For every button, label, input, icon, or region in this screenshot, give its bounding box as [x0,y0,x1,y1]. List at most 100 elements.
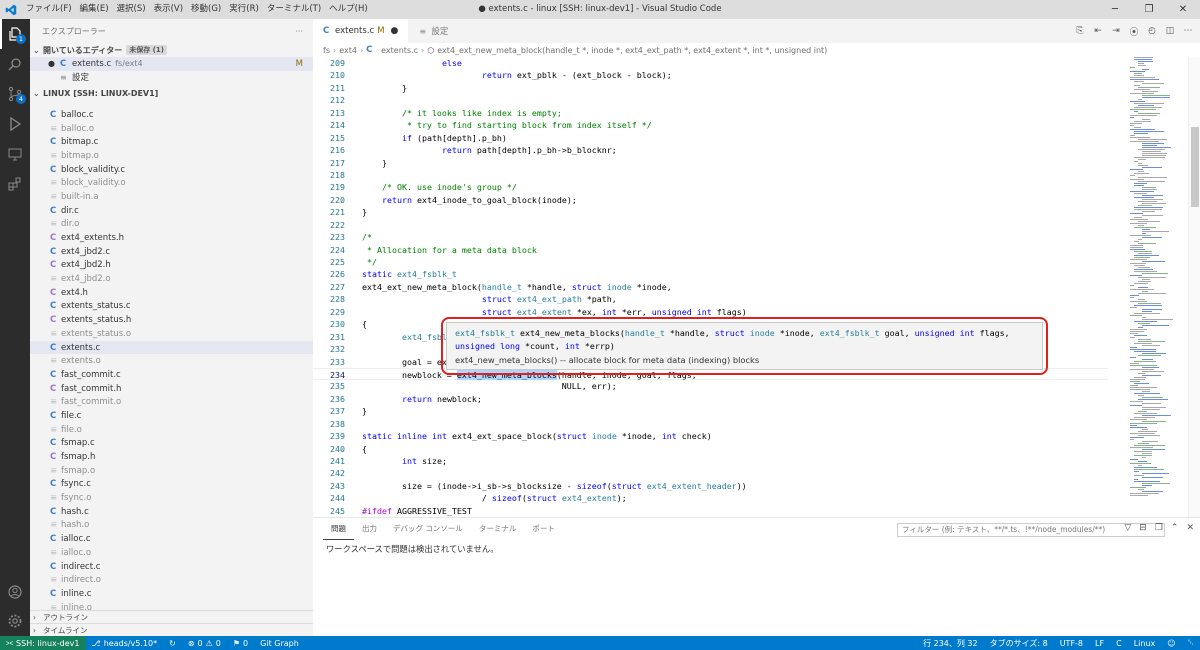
unsaved-dot-icon[interactable]: ● [391,26,399,36]
file-tree-item[interactable]: Cextents.c [30,340,313,355]
panel-tab[interactable]: ポート [524,518,563,540]
menu-item[interactable]: ファイル(F) [22,0,76,19]
file-tree-item[interactable]: Cindirect.c [30,560,313,574]
accounts-icon[interactable] [0,577,30,607]
previous-change-icon[interactable]: ⇤ [1092,25,1104,37]
close-window-button[interactable]: ✕ [1166,0,1200,19]
tab-size[interactable]: タブのサイズ: 8 [984,636,1054,650]
panel-tab[interactable]: ターミナル [471,518,525,540]
file-tree-item[interactable]: ≡ ext4_jbd2.o [30,272,313,286]
collapse-all-icon[interactable]: ⊟ [1139,523,1147,533]
cursor-position[interactable]: 行 234、列 32 [917,636,984,650]
file-tree-item[interactable]: Cfast_commit.c [30,368,313,382]
menu-item[interactable]: 表示(V) [150,0,187,19]
menu-item[interactable]: 移動(G) [187,0,225,19]
file-tree-item[interactable]: Cbitmap.c [30,135,313,149]
menu-item[interactable]: 選択(S) [113,0,150,19]
git-branch[interactable]: ⎇ heads/v5.10* [86,636,164,650]
git-graph-button[interactable]: Git Graph [254,636,305,650]
file-tree-item[interactable]: ≡ built-in.a [30,190,313,204]
file-tree-item[interactable]: Cfsmap.c [30,437,313,451]
close-editor-icon[interactable]: ● [48,59,60,68]
compare-icon[interactable]: ⎘ [1074,25,1086,37]
file-tree-item[interactable]: ≡ ialloc.o [30,546,313,560]
file-tree-item[interactable]: Cext4.h [30,286,313,300]
file-tree-item[interactable]: Cextents_status.c [30,300,313,314]
open-editor-extents[interactable]: ● C extents.c fs/ext4 M [30,57,313,71]
end-of-line[interactable]: LF [1089,636,1110,650]
extensions-icon[interactable] [0,169,30,199]
menu-item[interactable]: 編集(E) [76,0,113,19]
file-tree-item[interactable]: Cext4_jbd2.c [30,245,313,259]
notifications-icon[interactable]: ␇ [1182,636,1200,650]
open-editor-settings[interactable]: ≡ 設定 [30,71,313,85]
timeline-section[interactable]: › タイムライン [30,623,313,636]
feedback-icon[interactable]: ☺ [1161,636,1181,650]
open-editors-header[interactable]: ⌄ 開いているエディター 未保存 (1) [30,43,313,57]
file-tree-item[interactable]: ≡ balloc.o [30,122,313,136]
vertical-scrollbar[interactable] [1188,57,1200,517]
file-tree-item[interactable]: Cfsync.c [30,478,313,492]
panel-tab[interactable]: デバッグ コンソール [385,518,471,540]
tab-extents[interactable]: C extents.c M ● [313,19,410,43]
split-editor-icon[interactable]: ◫ [1164,25,1176,37]
file-tree-item[interactable]: Chash.c [30,505,313,519]
outline-section[interactable]: › アウトライン [30,610,313,623]
os-indicator[interactable]: Linux [1128,636,1162,650]
restore-button[interactable]: ❐ [1132,0,1166,19]
source-control-icon[interactable]: 4 [0,79,30,109]
file-tree-item[interactable]: ≡ block_validity.o [30,176,313,190]
menu-item[interactable]: 実行(R) [225,0,263,19]
explorer-icon[interactable]: 1 [0,19,30,49]
file-tree-item[interactable]: Cdir.c [30,204,313,218]
code-editor[interactable]: 209 else 210 return ext_pblk - (ext_block… [313,57,1108,517]
copy-icon[interactable]: ❐ [1155,523,1163,533]
file-tree-item[interactable]: ≡ bitmap.o [30,149,313,163]
breadcrumb-item[interactable]: ext4_ext_new_meta_block(handle_t *, inod… [437,46,827,55]
maximize-panel-icon[interactable]: ⌃ [1171,523,1179,533]
minimize-button[interactable]: ─ [1098,0,1132,19]
file-tree-item[interactable]: ≡ file.o [30,423,313,437]
breadcrumb-item[interactable]: ext4 [339,46,357,55]
search-icon[interactable] [0,49,30,79]
ports-status[interactable]: ⚑ 0 [227,636,254,650]
problems-status[interactable]: ⊗ 0 ⚠ 0 [182,636,227,650]
file-tree-item[interactable]: ≡ fsync.o [30,491,313,505]
more-actions-icon[interactable]: ⋯ [1182,25,1194,37]
settings-gear-icon[interactable] [0,606,30,636]
file-tree-item[interactable]: Cblock_validity.c [30,163,313,177]
file-tree-item[interactable]: ≡ fsmap.o [30,464,313,478]
file-tree-item[interactable]: Cfast_commit.h [30,382,313,396]
encoding[interactable]: UTF-8 [1054,636,1089,650]
file-tree-item[interactable]: ≡ extents_status.o [30,327,313,341]
file-tree-item[interactable]: Cinline.c [30,587,313,601]
menu-item[interactable]: ヘルプ(H) [325,0,372,19]
workspace-header[interactable]: ⌄ LINUX [SSH: LINUX-DEV1] [30,86,313,100]
tab-settings[interactable]: ≡ 設定 [409,19,460,43]
file-tree-item[interactable]: ≡ hash.o [30,519,313,533]
file-tree-item[interactable]: Cialloc.c [30,532,313,546]
file-tree-item[interactable]: Cext4_extents.h [30,231,313,245]
language-mode[interactable]: C [1110,636,1128,650]
file-tree-item[interactable]: ≡ dir.o [30,218,313,232]
file-tree-item[interactable]: ≡ indirect.o [30,573,313,587]
file-tree-item[interactable]: Cextents_status.h [30,313,313,327]
sync-button[interactable]: ↻ [163,636,182,650]
remote-explorer-icon[interactable] [0,139,30,169]
file-tree-item[interactable]: Cext4_jbd2.h [30,259,313,273]
file-tree-item[interactable]: Cfsmap.h [30,450,313,464]
run-debug-icon[interactable] [0,109,30,139]
minimap[interactable] [1108,57,1188,517]
timeline-icon[interactable]: ◴ [1146,25,1158,37]
filter-icon[interactable]: ▽ [1124,523,1131,533]
file-tree-item[interactable]: Cfile.c [30,409,313,423]
menu-item[interactable]: ターミナル(T) [263,0,325,19]
panel-tab[interactable]: 出力 [354,518,385,540]
file-tree-item[interactable]: ≡ fast_commit.o [30,395,313,409]
breadcrumb-item[interactable]: fs [323,46,330,55]
close-panel-icon[interactable]: ✕ [1186,523,1194,533]
scrollbar-thumb[interactable] [1191,127,1199,207]
next-change-icon[interactable]: ⇥ [1110,25,1122,37]
file-tree-item[interactable]: Cballoc.c [30,108,313,122]
breadcrumb-item[interactable]: extents.c [381,46,418,55]
